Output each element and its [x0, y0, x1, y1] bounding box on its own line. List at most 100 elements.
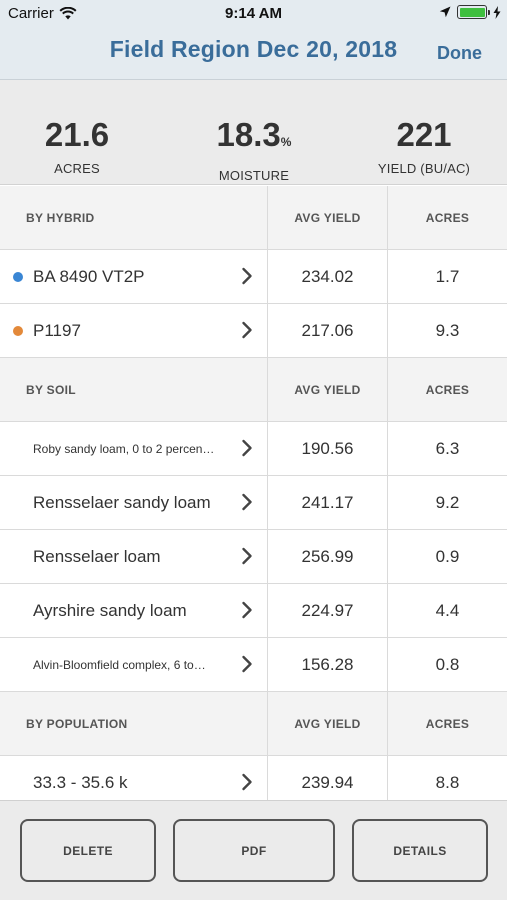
- acres-header-cell: ACRES: [388, 186, 507, 249]
- details-button[interactable]: DETAILS: [352, 819, 488, 882]
- breakdown-table: BY HYBRID AVG YIELD ACRES BA 8490 VT2P 234.0…: [0, 186, 507, 810]
- section-title: BY POPULATION: [26, 716, 128, 731]
- avg-yield-header-cell: AVG YIELD: [268, 358, 388, 421]
- row-acres: 8.8: [435, 772, 460, 792]
- acres-header-cell: ACRES: [388, 358, 507, 421]
- location-arrow-icon: [439, 6, 451, 18]
- row-name-wrap: Rensselaer loam: [33, 530, 227, 583]
- row-acres: 4.4: [435, 600, 460, 620]
- row-name-cell[interactable]: Alvin-Bloomfield complex, 6 to…: [0, 638, 268, 691]
- row-name-wrap: Ayrshire sandy loam: [33, 584, 227, 637]
- row-acres-cell: 0.9: [388, 530, 507, 583]
- status-time: 9:14 AM: [225, 5, 282, 22]
- table-row[interactable]: BA 8490 VT2P 234.02 1.7: [0, 250, 507, 304]
- avg-yield-header-cell: AVG YIELD: [268, 186, 388, 249]
- series-color-dot: [13, 326, 23, 336]
- row-acres-cell: 9.3: [388, 304, 507, 357]
- section-title: BY HYBRID: [26, 210, 95, 225]
- row-name-cell[interactable]: Ayrshire sandy loam: [0, 584, 268, 637]
- row-acres: 1.7: [435, 266, 460, 286]
- done-button[interactable]: Done: [437, 43, 482, 64]
- battery-icon: [457, 5, 490, 19]
- row-avg-yield: 241.17: [301, 492, 354, 512]
- row-avg-yield: 217.06: [301, 320, 354, 340]
- moisture-label: MOISTURE: [218, 168, 290, 183]
- row-acres: 6.3: [435, 438, 460, 458]
- row-name-wrap: BA 8490 VT2P: [33, 250, 227, 303]
- row-name-cell[interactable]: P1197: [0, 304, 268, 357]
- pdf-button[interactable]: PDF: [173, 819, 335, 882]
- avg-yield-header-cell: AVG YIELD: [268, 692, 388, 755]
- acres-value: 21.6: [44, 116, 110, 153]
- acres-label: ACRES: [54, 161, 100, 176]
- row-acres: 9.3: [435, 320, 460, 340]
- status-bar: Carrier 9:14 AM: [0, 0, 507, 28]
- moisture-stat: 18.3% MOISTURE: [169, 116, 339, 183]
- row-avg-yield: 234.02: [301, 266, 354, 286]
- acres-header: ACRES: [425, 716, 470, 731]
- chevron-right-icon: [242, 439, 252, 457]
- avg-yield-header: AVG YIELD: [294, 382, 361, 397]
- table-row[interactable]: Rensselaer loam 256.99 0.9: [0, 530, 507, 584]
- chevron-right-icon: [242, 773, 252, 791]
- row-name-cell[interactable]: Rensselaer sandy loam: [0, 476, 268, 529]
- row-yield-cell: 217.06: [268, 304, 388, 357]
- avg-yield-header: AVG YIELD: [294, 716, 361, 731]
- moisture-value: 18.3: [216, 116, 281, 153]
- summary-panel: 21.6 ACRES 18.3% MOISTURE 221 YIELD (BU/…: [0, 80, 507, 185]
- row-name-wrap: Alvin-Bloomfield complex, 6 to…: [33, 638, 227, 691]
- row-name-wrap: Rensselaer sandy loam: [33, 476, 227, 529]
- section-header-population: BY POPULATION AVG YIELD ACRES: [0, 692, 507, 756]
- row-acres-cell: 1.7: [388, 250, 507, 303]
- row-yield-cell: 256.99: [268, 530, 388, 583]
- charging-bolt-icon: [493, 5, 501, 19]
- section-title-cell: BY SOIL: [0, 358, 268, 421]
- table-row[interactable]: Rensselaer sandy loam 241.17 9.2: [0, 476, 507, 530]
- delete-button[interactable]: DELETE: [20, 819, 156, 882]
- section-title: BY SOIL: [26, 382, 76, 397]
- chevron-right-icon: [242, 655, 252, 673]
- row-acres: 9.2: [435, 492, 460, 512]
- moisture-unit: %: [280, 135, 292, 149]
- table-row[interactable]: Roby sandy loam, 0 to 2 percen… 190.56 6.3: [0, 422, 507, 476]
- table-row[interactable]: Alvin-Bloomfield complex, 6 to… 156.28 0.8: [0, 638, 507, 692]
- row-acres: 0.8: [435, 654, 460, 674]
- table-row[interactable]: Ayrshire sandy loam 224.97 4.4: [0, 584, 507, 638]
- chevron-right-icon: [242, 267, 252, 285]
- row-name: 33.3 - 35.6 k: [33, 772, 128, 792]
- page-title: Field Region Dec 20, 2018: [109, 36, 398, 62]
- acres-header: ACRES: [425, 210, 470, 225]
- section-title-cell: BY HYBRID: [0, 186, 268, 249]
- table-row[interactable]: P1197 217.06 9.3: [0, 304, 507, 358]
- row-acres-cell: 0.8: [388, 638, 507, 691]
- section-title-cell: BY POPULATION: [0, 692, 268, 755]
- acres-header-cell: ACRES: [388, 692, 507, 755]
- row-name: Rensselaer loam: [33, 546, 161, 566]
- row-acres-cell: 6.3: [388, 422, 507, 475]
- acres-stat: 21.6 ACRES: [0, 116, 162, 176]
- row-name: BA 8490 VT2P: [33, 266, 145, 286]
- row-name-cell[interactable]: Roby sandy loam, 0 to 2 percen…: [0, 422, 268, 475]
- section-header-soil: BY SOIL AVG YIELD ACRES: [0, 358, 507, 422]
- row-name-cell[interactable]: Rensselaer loam: [0, 530, 268, 583]
- row-name: Ayrshire sandy loam: [33, 600, 187, 620]
- yield-label: YIELD (BU/AC): [377, 161, 471, 176]
- battery-fill: [459, 7, 485, 17]
- row-name: Roby sandy loam, 0 to 2 percen…: [33, 441, 215, 456]
- row-name-wrap: Roby sandy loam, 0 to 2 percen…: [33, 422, 227, 475]
- row-name: Alvin-Bloomfield complex, 6 to…: [33, 657, 206, 672]
- row-avg-yield: 256.99: [301, 546, 354, 566]
- row-name-cell[interactable]: BA 8490 VT2P: [0, 250, 268, 303]
- row-acres-cell: 9.2: [388, 476, 507, 529]
- avg-yield-header: AVG YIELD: [294, 210, 361, 225]
- row-avg-yield: 224.97: [301, 600, 354, 620]
- row-yield-cell: 224.97: [268, 584, 388, 637]
- row-yield-cell: 234.02: [268, 250, 388, 303]
- row-yield-cell: 190.56: [268, 422, 388, 475]
- row-yield-cell: 156.28: [268, 638, 388, 691]
- screen: Carrier 9:14 AM Field Region Dec 20, 201…: [0, 0, 507, 900]
- top-bar: Carrier 9:14 AM Field Region Dec 20, 201…: [0, 0, 507, 80]
- yield-stat: 221 YIELD (BU/AC): [339, 116, 507, 176]
- row-name: Rensselaer sandy loam: [33, 492, 211, 512]
- yield-value: 221: [396, 116, 452, 153]
